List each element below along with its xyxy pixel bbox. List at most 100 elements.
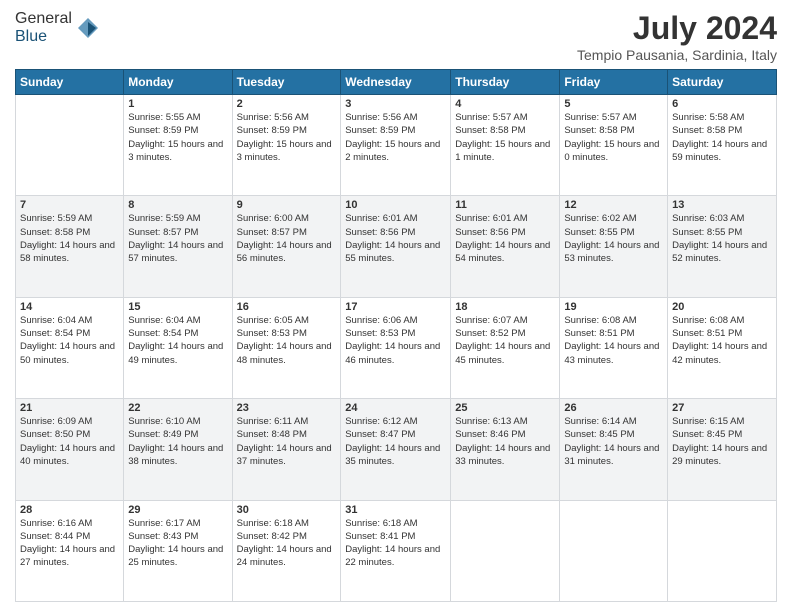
day-number: 30 (237, 504, 337, 516)
day-number: 20 (672, 301, 772, 313)
table-row (560, 500, 668, 601)
day-info: Sunrise: 5:57 AMSunset: 8:58 PMDaylight:… (455, 112, 550, 163)
day-info: Sunrise: 5:56 AMSunset: 8:59 PMDaylight:… (345, 112, 440, 163)
day-info: Sunrise: 6:15 AMSunset: 8:45 PMDaylight:… (672, 416, 767, 467)
table-row: 31 Sunrise: 6:18 AMSunset: 8:41 PMDaylig… (341, 500, 451, 601)
table-row: 23 Sunrise: 6:11 AMSunset: 8:48 PMDaylig… (232, 399, 341, 500)
day-number: 17 (345, 301, 446, 313)
day-info: Sunrise: 6:13 AMSunset: 8:46 PMDaylight:… (455, 416, 550, 467)
table-row: 8 Sunrise: 5:59 AMSunset: 8:57 PMDayligh… (124, 196, 232, 297)
day-info: Sunrise: 6:05 AMSunset: 8:53 PMDaylight:… (237, 315, 332, 366)
table-row: 10 Sunrise: 6:01 AMSunset: 8:56 PMDaylig… (341, 196, 451, 297)
table-row: 26 Sunrise: 6:14 AMSunset: 8:45 PMDaylig… (560, 399, 668, 500)
day-info: Sunrise: 6:03 AMSunset: 8:55 PMDaylight:… (672, 213, 767, 264)
day-info: Sunrise: 6:08 AMSunset: 8:51 PMDaylight:… (564, 315, 659, 366)
day-number: 31 (345, 504, 446, 516)
table-row: 5 Sunrise: 5:57 AMSunset: 8:58 PMDayligh… (560, 95, 668, 196)
table-row (16, 95, 124, 196)
table-row: 17 Sunrise: 6:06 AMSunset: 8:53 PMDaylig… (341, 297, 451, 398)
day-number: 14 (20, 301, 119, 313)
table-row: 4 Sunrise: 5:57 AMSunset: 8:58 PMDayligh… (451, 95, 560, 196)
month-year-title: July 2024 (577, 10, 777, 47)
logo-icon (74, 14, 102, 42)
table-row: 28 Sunrise: 6:16 AMSunset: 8:44 PMDaylig… (16, 500, 124, 601)
day-info: Sunrise: 6:01 AMSunset: 8:56 PMDaylight:… (345, 213, 440, 264)
table-row: 11 Sunrise: 6:01 AMSunset: 8:56 PMDaylig… (451, 196, 560, 297)
day-info: Sunrise: 6:00 AMSunset: 8:57 PMDaylight:… (237, 213, 332, 264)
col-header-thursday: Thursday (451, 70, 560, 95)
title-block: July 2024 Tempio Pausania, Sardinia, Ita… (577, 10, 777, 63)
day-number: 6 (672, 98, 772, 110)
table-row: 22 Sunrise: 6:10 AMSunset: 8:49 PMDaylig… (124, 399, 232, 500)
day-info: Sunrise: 6:04 AMSunset: 8:54 PMDaylight:… (20, 315, 115, 366)
col-header-monday: Monday (124, 70, 232, 95)
day-info: Sunrise: 5:55 AMSunset: 8:59 PMDaylight:… (128, 112, 223, 163)
day-info: Sunrise: 5:59 AMSunset: 8:58 PMDaylight:… (20, 213, 115, 264)
calendar-week-row: 28 Sunrise: 6:16 AMSunset: 8:44 PMDaylig… (16, 500, 777, 601)
col-header-tuesday: Tuesday (232, 70, 341, 95)
day-number: 4 (455, 98, 555, 110)
table-row: 25 Sunrise: 6:13 AMSunset: 8:46 PMDaylig… (451, 399, 560, 500)
col-header-wednesday: Wednesday (341, 70, 451, 95)
day-number: 5 (564, 98, 663, 110)
day-info: Sunrise: 6:01 AMSunset: 8:56 PMDaylight:… (455, 213, 550, 264)
day-number: 7 (20, 199, 119, 211)
table-row (451, 500, 560, 601)
table-row: 13 Sunrise: 6:03 AMSunset: 8:55 PMDaylig… (668, 196, 777, 297)
day-info: Sunrise: 6:07 AMSunset: 8:52 PMDaylight:… (455, 315, 550, 366)
day-info: Sunrise: 5:58 AMSunset: 8:58 PMDaylight:… (672, 112, 767, 163)
table-row: 21 Sunrise: 6:09 AMSunset: 8:50 PMDaylig… (16, 399, 124, 500)
table-row: 15 Sunrise: 6:04 AMSunset: 8:54 PMDaylig… (124, 297, 232, 398)
day-number: 25 (455, 402, 555, 414)
day-number: 8 (128, 199, 227, 211)
day-number: 21 (20, 402, 119, 414)
day-info: Sunrise: 6:14 AMSunset: 8:45 PMDaylight:… (564, 416, 659, 467)
day-number: 13 (672, 199, 772, 211)
table-row: 6 Sunrise: 5:58 AMSunset: 8:58 PMDayligh… (668, 95, 777, 196)
table-row: 20 Sunrise: 6:08 AMSunset: 8:51 PMDaylig… (668, 297, 777, 398)
logo-blue-text: Blue (15, 28, 47, 45)
table-row: 27 Sunrise: 6:15 AMSunset: 8:45 PMDaylig… (668, 399, 777, 500)
table-row: 7 Sunrise: 5:59 AMSunset: 8:58 PMDayligh… (16, 196, 124, 297)
col-header-sunday: Sunday (16, 70, 124, 95)
day-number: 23 (237, 402, 337, 414)
day-number: 10 (345, 199, 446, 211)
day-number: 9 (237, 199, 337, 211)
day-info: Sunrise: 6:12 AMSunset: 8:47 PMDaylight:… (345, 416, 440, 467)
calendar-week-row: 14 Sunrise: 6:04 AMSunset: 8:54 PMDaylig… (16, 297, 777, 398)
calendar-week-row: 1 Sunrise: 5:55 AMSunset: 8:59 PMDayligh… (16, 95, 777, 196)
day-info: Sunrise: 6:10 AMSunset: 8:49 PMDaylight:… (128, 416, 223, 467)
location-subtitle: Tempio Pausania, Sardinia, Italy (577, 47, 777, 63)
day-number: 26 (564, 402, 663, 414)
table-row: 29 Sunrise: 6:17 AMSunset: 8:43 PMDaylig… (124, 500, 232, 601)
header: General Blue July 2024 Tempio Pausania, … (15, 10, 777, 63)
calendar-week-row: 21 Sunrise: 6:09 AMSunset: 8:50 PMDaylig… (16, 399, 777, 500)
day-info: Sunrise: 6:16 AMSunset: 8:44 PMDaylight:… (20, 518, 115, 569)
day-number: 12 (564, 199, 663, 211)
calendar-week-row: 7 Sunrise: 5:59 AMSunset: 8:58 PMDayligh… (16, 196, 777, 297)
day-number: 19 (564, 301, 663, 313)
day-info: Sunrise: 6:02 AMSunset: 8:55 PMDaylight:… (564, 213, 659, 264)
day-info: Sunrise: 5:56 AMSunset: 8:59 PMDaylight:… (237, 112, 332, 163)
day-info: Sunrise: 6:09 AMSunset: 8:50 PMDaylight:… (20, 416, 115, 467)
day-number: 29 (128, 504, 227, 516)
day-info: Sunrise: 6:18 AMSunset: 8:41 PMDaylight:… (345, 518, 440, 569)
table-row (668, 500, 777, 601)
table-row: 18 Sunrise: 6:07 AMSunset: 8:52 PMDaylig… (451, 297, 560, 398)
day-info: Sunrise: 6:17 AMSunset: 8:43 PMDaylight:… (128, 518, 223, 569)
day-number: 28 (20, 504, 119, 516)
logo-general-text: General (15, 10, 72, 27)
table-row: 3 Sunrise: 5:56 AMSunset: 8:59 PMDayligh… (341, 95, 451, 196)
day-number: 15 (128, 301, 227, 313)
day-number: 1 (128, 98, 227, 110)
day-info: Sunrise: 6:11 AMSunset: 8:48 PMDaylight:… (237, 416, 332, 467)
day-number: 11 (455, 199, 555, 211)
day-info: Sunrise: 6:08 AMSunset: 8:51 PMDaylight:… (672, 315, 767, 366)
calendar-header-row: Sunday Monday Tuesday Wednesday Thursday… (16, 70, 777, 95)
day-number: 2 (237, 98, 337, 110)
table-row: 16 Sunrise: 6:05 AMSunset: 8:53 PMDaylig… (232, 297, 341, 398)
day-info: Sunrise: 6:18 AMSunset: 8:42 PMDaylight:… (237, 518, 332, 569)
day-number: 22 (128, 402, 227, 414)
calendar-table: Sunday Monday Tuesday Wednesday Thursday… (15, 69, 777, 602)
day-info: Sunrise: 6:04 AMSunset: 8:54 PMDaylight:… (128, 315, 223, 366)
